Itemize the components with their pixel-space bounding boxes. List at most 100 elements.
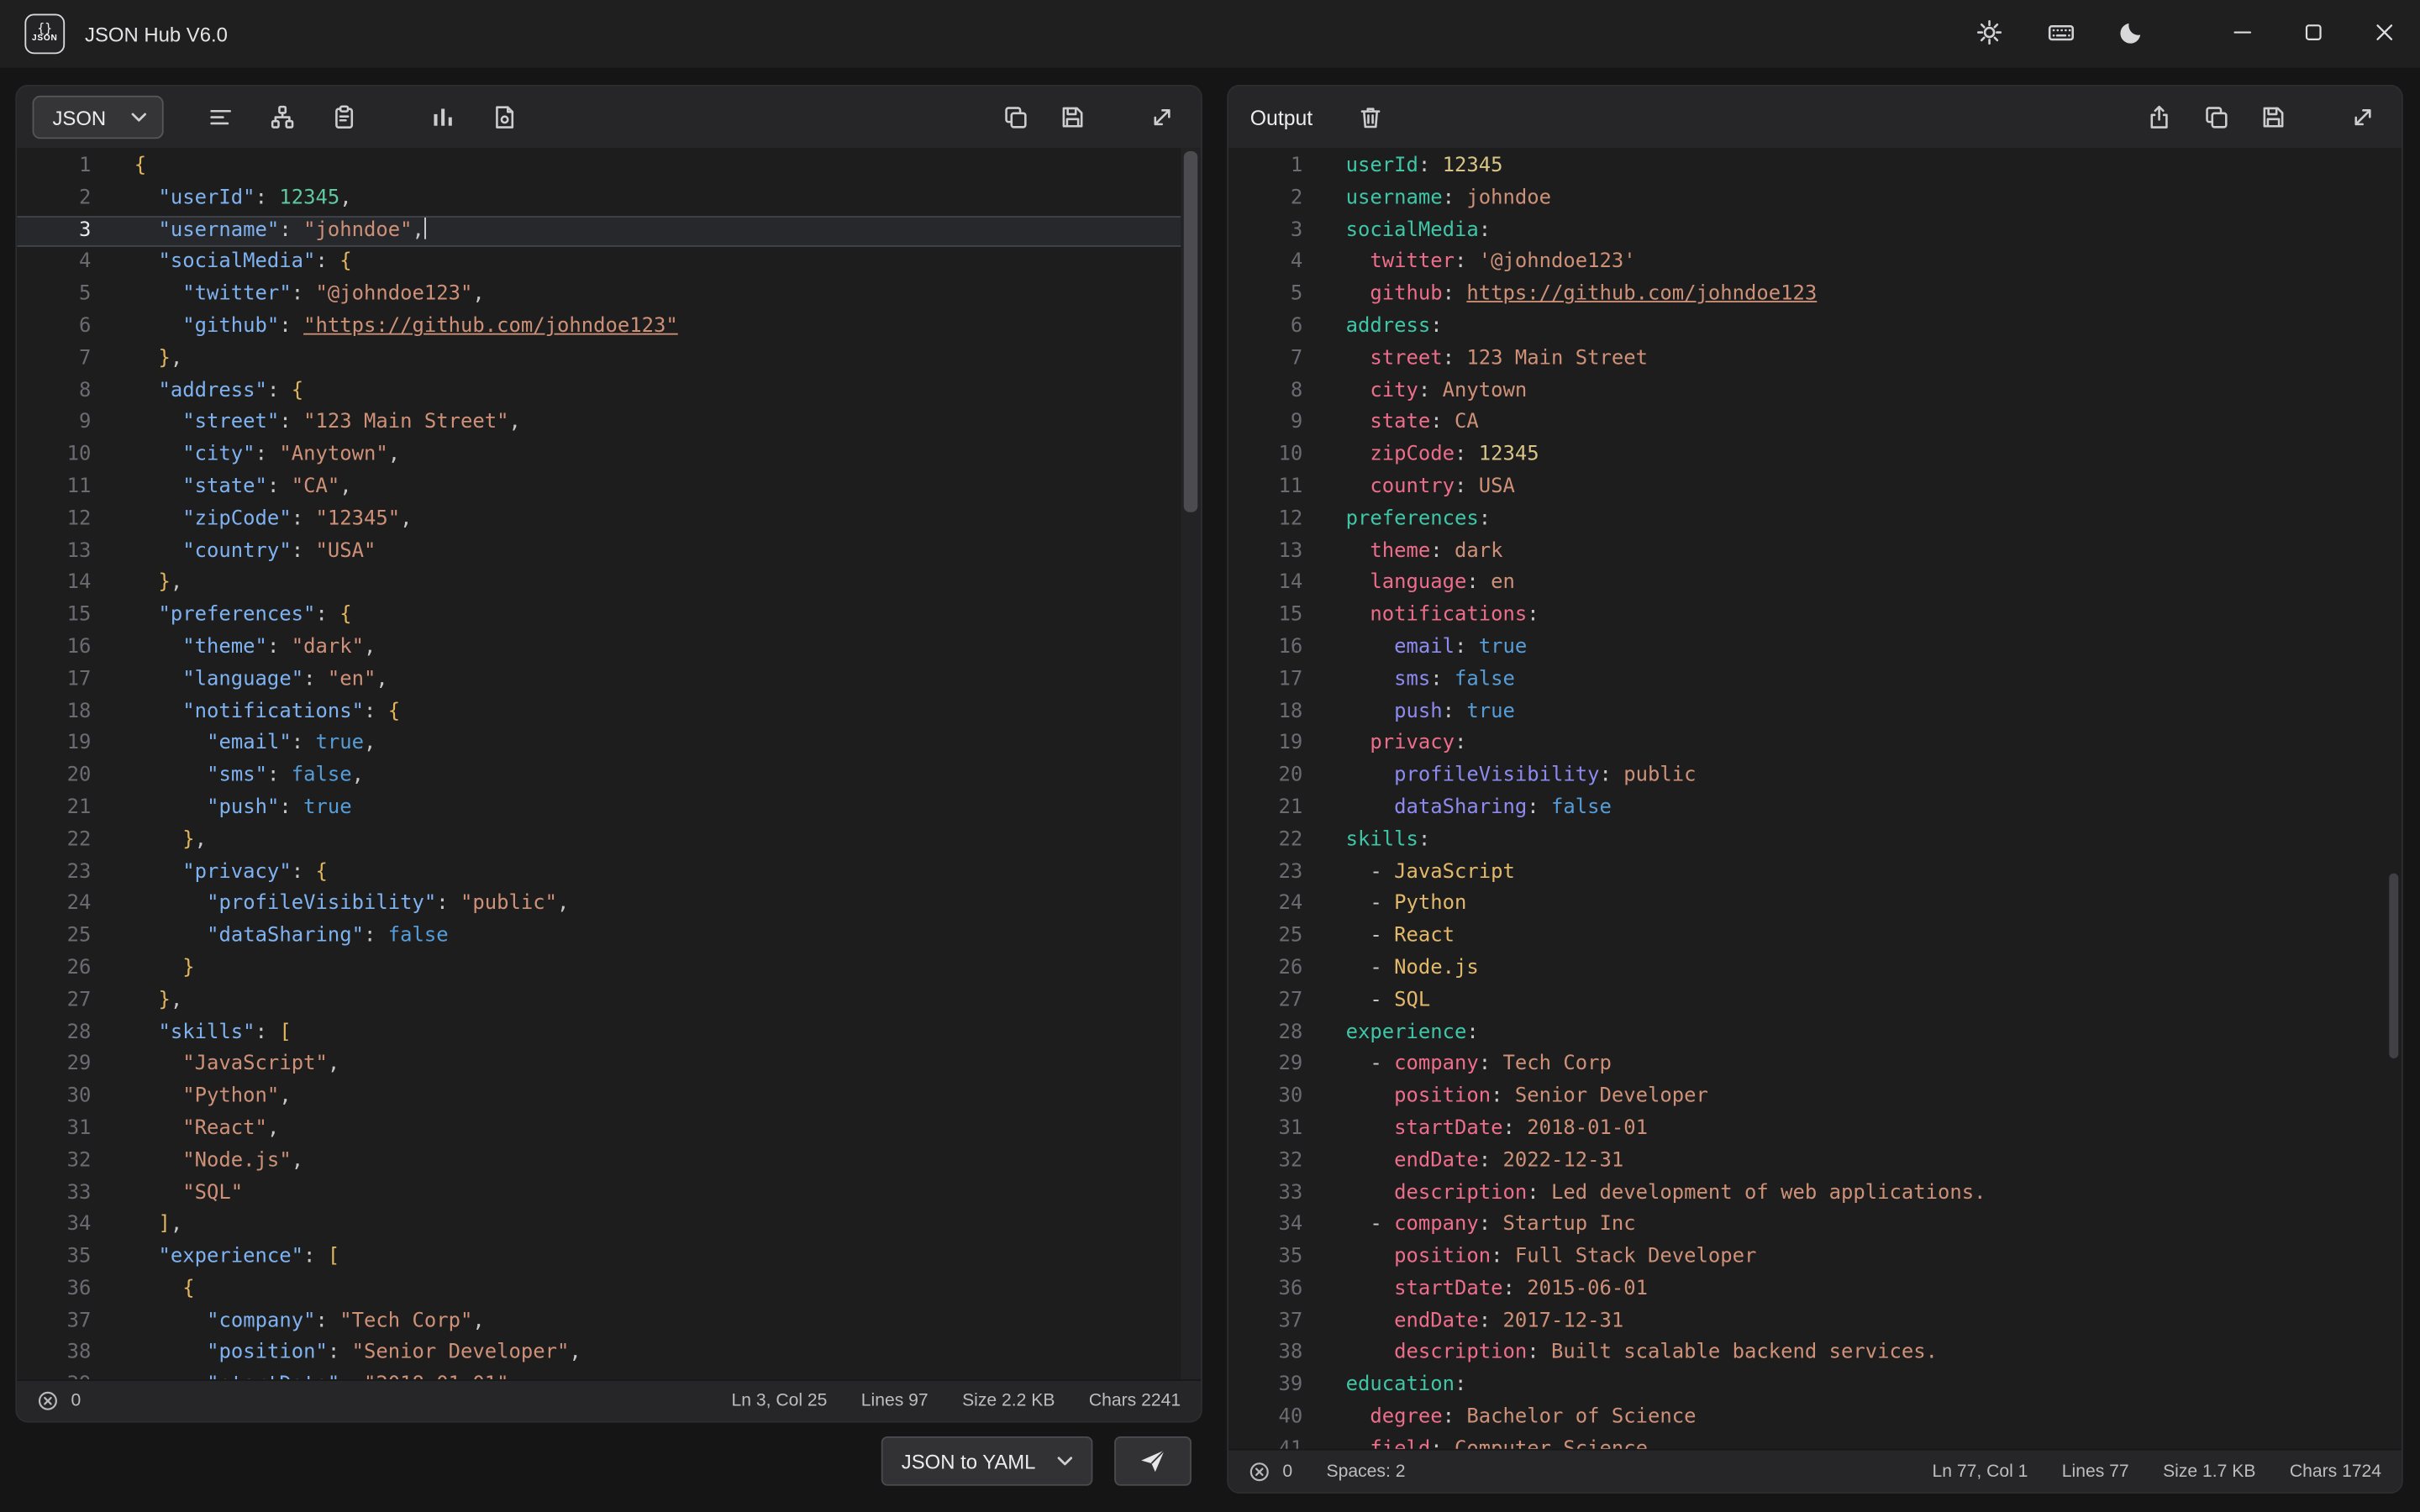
minimize-button[interactable] bbox=[2207, 0, 2278, 68]
code-line[interactable]: 13 "country": "USA" bbox=[17, 536, 1201, 568]
code-line[interactable]: 19 privacy: bbox=[1228, 729, 2402, 761]
code-line[interactable]: 1userId: 12345 bbox=[1228, 151, 2402, 183]
code-line[interactable]: 28experience: bbox=[1228, 1017, 2402, 1049]
code-line[interactable]: 35 position: Full Stack Developer bbox=[1228, 1242, 2402, 1274]
paste-button[interactable] bbox=[320, 96, 366, 139]
code-line[interactable]: 8 city: Anytown bbox=[1228, 375, 2402, 407]
left-scrollbar-thumb[interactable] bbox=[1184, 151, 1198, 512]
code-line[interactable]: 37 "company": "Tech Corp", bbox=[17, 1306, 1201, 1338]
code-line[interactable]: 31 startDate: 2018-01-01 bbox=[1228, 1114, 2402, 1146]
code-line[interactable]: 2 "userId": 12345, bbox=[17, 183, 1201, 215]
code-line[interactable]: 39education: bbox=[1228, 1371, 2402, 1403]
code-line[interactable]: 5 github: https://github.com/johndoe123 bbox=[1228, 280, 2402, 312]
code-line[interactable]: 34 ], bbox=[17, 1210, 1201, 1242]
code-line[interactable]: 14 }, bbox=[17, 569, 1201, 601]
maximize-button[interactable] bbox=[2278, 0, 2349, 68]
code-line[interactable]: 12 "zipCode": "12345", bbox=[17, 504, 1201, 536]
code-line[interactable]: 34 - company: Startup Inc bbox=[1228, 1210, 2402, 1242]
code-line[interactable]: 35 "experience": [ bbox=[17, 1242, 1201, 1274]
code-line[interactable]: 25 - React bbox=[1228, 921, 2402, 953]
code-line[interactable]: 19 "email": true, bbox=[17, 729, 1201, 761]
right-scrollbar-thumb[interactable] bbox=[2389, 874, 2398, 1058]
code-line[interactable]: 26 - Node.js bbox=[1228, 953, 2402, 985]
code-line[interactable]: 16 "theme": "dark", bbox=[17, 633, 1201, 664]
code-line[interactable]: 29 "JavaScript", bbox=[17, 1050, 1201, 1082]
save-input-button[interactable] bbox=[1050, 96, 1096, 139]
code-line[interactable]: 24 - Python bbox=[1228, 890, 2402, 921]
code-line[interactable]: 12preferences: bbox=[1228, 504, 2402, 536]
code-line[interactable]: 16 email: true bbox=[1228, 633, 2402, 664]
code-line[interactable]: 36 startDate: 2015-06-01 bbox=[1228, 1274, 2402, 1306]
code-line[interactable]: 10 "city": "Anytown", bbox=[17, 440, 1201, 472]
code-line[interactable]: 8 "address": { bbox=[17, 375, 1201, 407]
code-line[interactable]: 13 theme: dark bbox=[1228, 536, 2402, 568]
close-button[interactable] bbox=[2349, 0, 2420, 68]
code-line[interactable]: 36 { bbox=[17, 1274, 1201, 1306]
keyboard-shortcuts-button[interactable] bbox=[2025, 0, 2096, 68]
code-line[interactable]: 26 } bbox=[17, 953, 1201, 985]
theme-toggle-button[interactable] bbox=[2096, 0, 2166, 68]
code-line[interactable]: 17 "language": "en", bbox=[17, 664, 1201, 696]
code-line[interactable]: 7 }, bbox=[17, 344, 1201, 375]
code-line[interactable]: 30 position: Senior Developer bbox=[1228, 1082, 2402, 1114]
code-line[interactable]: 6address: bbox=[1228, 312, 2402, 344]
code-line[interactable]: 40 degree: Bachelor of Science bbox=[1228, 1403, 2402, 1435]
code-line[interactable]: 11 "state": "CA", bbox=[17, 472, 1201, 504]
code-line[interactable]: 39 "startDate": "2018-01-01", bbox=[17, 1371, 1201, 1380]
code-line[interactable]: 27 - SQL bbox=[1228, 985, 2402, 1017]
copy-input-button[interactable] bbox=[992, 96, 1039, 139]
settings-button[interactable] bbox=[1954, 0, 2024, 68]
code-line[interactable]: 41 field: Computer Science bbox=[1228, 1435, 2402, 1449]
tree-view-button[interactable] bbox=[259, 96, 305, 139]
convert-button[interactable] bbox=[1114, 1436, 1192, 1486]
share-output-button[interactable] bbox=[2136, 96, 2182, 139]
code-line[interactable]: 23 "privacy": { bbox=[17, 857, 1201, 889]
code-line[interactable]: 3 "username": "johndoe", bbox=[17, 215, 1201, 247]
code-line[interactable]: 28 "skills": [ bbox=[17, 1017, 1201, 1049]
code-line[interactable]: 4 "socialMedia": { bbox=[17, 248, 1201, 280]
copy-output-button[interactable] bbox=[2193, 96, 2239, 139]
code-line[interactable]: 30 "Python", bbox=[17, 1082, 1201, 1114]
code-line[interactable]: 4 twitter: '@johndoe123' bbox=[1228, 248, 2402, 280]
code-line[interactable]: 18 "notifications": { bbox=[17, 696, 1201, 728]
code-line[interactable]: 22skills: bbox=[1228, 825, 2402, 857]
code-line[interactable]: 5 "twitter": "@johndoe123", bbox=[17, 280, 1201, 312]
code-line[interactable]: 37 endDate: 2017-12-31 bbox=[1228, 1306, 2402, 1338]
code-line[interactable]: 21 "push": true bbox=[17, 793, 1201, 825]
yaml-output-editor[interactable]: 1userId: 123452username: johndoe3socialM… bbox=[1228, 148, 2402, 1448]
code-line[interactable]: 32 "Node.js", bbox=[17, 1146, 1201, 1178]
clear-output-button[interactable] bbox=[1347, 96, 1393, 139]
code-line[interactable]: 7 street: 123 Main Street bbox=[1228, 344, 2402, 375]
code-line[interactable]: 10 zipCode: 12345 bbox=[1228, 440, 2402, 472]
code-line[interactable]: 33 "SQL" bbox=[17, 1178, 1201, 1210]
conversion-mode-selector[interactable]: JSON to YAML bbox=[881, 1436, 1093, 1486]
code-line[interactable]: 6 "github": "https://github.com/johndoe1… bbox=[17, 312, 1201, 344]
code-line[interactable]: 2username: johndoe bbox=[1228, 183, 2402, 215]
code-line[interactable]: 21 dataSharing: false bbox=[1228, 793, 2402, 825]
stats-button[interactable] bbox=[419, 96, 466, 139]
code-line[interactable]: 14 language: en bbox=[1228, 569, 2402, 601]
expand-output-button[interactable] bbox=[2339, 96, 2386, 139]
code-line[interactable]: 20 profileVisibility: public bbox=[1228, 761, 2402, 793]
code-line[interactable]: 32 endDate: 2022-12-31 bbox=[1228, 1146, 2402, 1178]
code-line[interactable]: 17 sms: false bbox=[1228, 664, 2402, 696]
language-selector[interactable]: JSON bbox=[33, 96, 164, 139]
left-scrollbar-track[interactable] bbox=[1181, 148, 1201, 1379]
code-line[interactable]: 15 notifications: bbox=[1228, 601, 2402, 633]
code-line[interactable]: 24 "profileVisibility": "public", bbox=[17, 890, 1201, 921]
code-line[interactable]: 18 push: true bbox=[1228, 696, 2402, 728]
code-line[interactable]: 9 "street": "123 Main Street", bbox=[17, 408, 1201, 440]
json-editor[interactable]: 1{2 "userId": 12345,3 "username": "johnd… bbox=[17, 148, 1201, 1379]
code-line[interactable]: 33 description: Led development of web a… bbox=[1228, 1178, 2402, 1210]
load-file-button[interactable] bbox=[481, 96, 527, 139]
code-line[interactable]: 25 "dataSharing": false bbox=[17, 921, 1201, 953]
code-line[interactable]: 3socialMedia: bbox=[1228, 215, 2402, 247]
code-line[interactable]: 11 country: USA bbox=[1228, 472, 2402, 504]
format-button[interactable] bbox=[197, 96, 243, 139]
code-line[interactable]: 15 "preferences": { bbox=[17, 601, 1201, 633]
code-line[interactable]: 22 }, bbox=[17, 825, 1201, 857]
code-line[interactable]: 23 - JavaScript bbox=[1228, 857, 2402, 889]
expand-input-button[interactable] bbox=[1139, 96, 1186, 139]
code-line[interactable]: 29 - company: Tech Corp bbox=[1228, 1050, 2402, 1082]
code-line[interactable]: 31 "React", bbox=[17, 1114, 1201, 1146]
